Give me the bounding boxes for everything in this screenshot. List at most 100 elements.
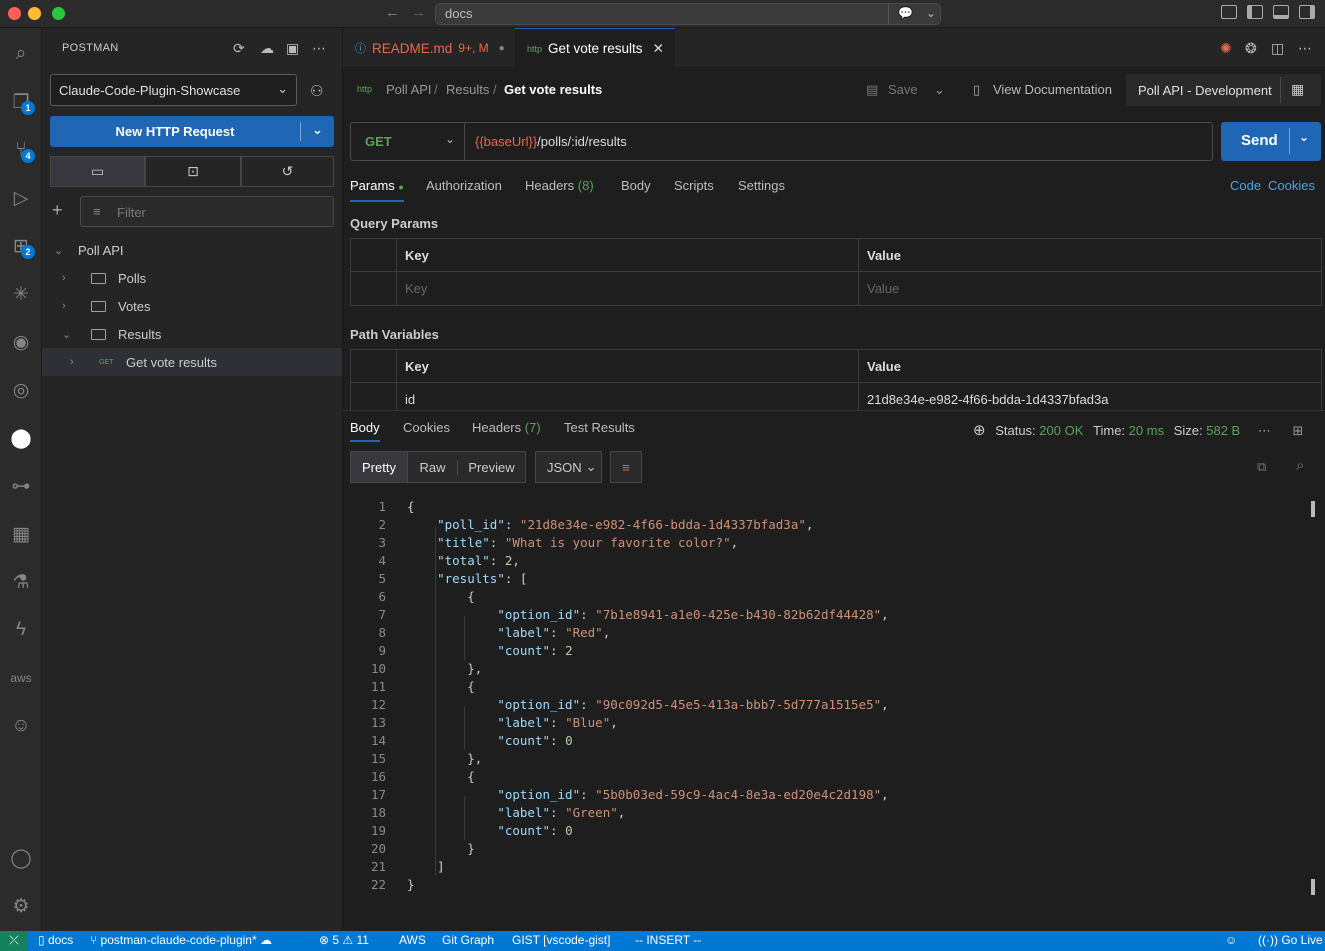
- gist-item[interactable]: GIST [vscode-gist]: [512, 933, 610, 947]
- go-live-item[interactable]: ((·)) Go Live: [1258, 933, 1323, 947]
- more-actions-icon[interactable]: ⋯: [312, 40, 326, 57]
- tab-params[interactable]: Params ●: [350, 178, 404, 202]
- close-icon[interactable]: ✕: [653, 41, 664, 57]
- close-window-button[interactable]: [8, 7, 21, 20]
- code-link[interactable]: Code: [1230, 178, 1261, 193]
- folder-results[interactable]: ⌄ Results: [42, 320, 342, 348]
- copilot-status-icon[interactable]: ☺: [1225, 933, 1237, 947]
- chevron-down-icon[interactable]: ⌄: [312, 122, 323, 138]
- chatgpt-icon[interactable]: ❂: [1245, 40, 1257, 57]
- testing-icon[interactable]: ⚗: [7, 568, 35, 596]
- save-button[interactable]: Save: [888, 82, 918, 97]
- environments-tab-icon[interactable]: ⊡: [145, 156, 241, 187]
- git-graph-icon[interactable]: ⊶: [7, 472, 35, 500]
- toggle-primary-sidebar-icon[interactable]: [1247, 5, 1263, 19]
- back-arrow-icon[interactable]: ←: [385, 4, 400, 21]
- invite-user-icon[interactable]: ⚇: [310, 82, 323, 100]
- minimize-window-button[interactable]: [28, 7, 41, 20]
- tab-scripts[interactable]: Scripts: [674, 178, 714, 193]
- postman-icon[interactable]: ⬤: [7, 424, 35, 452]
- folder-item[interactable]: ▯ docs: [38, 933, 73, 947]
- environment-quick-look-icon[interactable]: ▦: [1291, 81, 1304, 98]
- breadcrumb-folder[interactable]: Results: [446, 82, 489, 97]
- folder-votes[interactable]: › Votes: [42, 292, 342, 320]
- tab-authorization[interactable]: Authorization: [426, 178, 502, 193]
- method-select[interactable]: GET: [365, 134, 392, 149]
- environment-selector[interactable]: Poll API - Development ▦: [1126, 74, 1321, 106]
- scrollbar-thumb[interactable]: [1311, 879, 1315, 895]
- response-tab-headers[interactable]: Headers (7): [472, 420, 541, 435]
- scrollbar-thumb[interactable]: [1311, 501, 1315, 517]
- key-input[interactable]: Key: [397, 272, 859, 305]
- aws-item[interactable]: AWS: [399, 933, 426, 947]
- search-icon[interactable]: ⌕: [7, 40, 35, 68]
- history-tab-icon[interactable]: ↺: [241, 156, 334, 187]
- save-response-icon[interactable]: ⋯: [1258, 423, 1271, 438]
- preview-button[interactable]: Preview: [458, 460, 525, 475]
- git-graph-item[interactable]: Git Graph: [442, 933, 494, 947]
- tab-body[interactable]: Body: [621, 178, 651, 193]
- split-editor-icon[interactable]: ◫: [1271, 40, 1284, 57]
- folder-polls[interactable]: › Polls: [42, 264, 342, 292]
- response-tab-body[interactable]: Body: [350, 420, 380, 442]
- breadcrumb-collection[interactable]: Poll API: [386, 82, 432, 97]
- tab-get-vote-results[interactable]: http Get vote results ✕: [515, 28, 675, 68]
- aws-icon[interactable]: aws: [7, 664, 35, 692]
- maximize-window-button[interactable]: [52, 7, 65, 20]
- extensions-icon[interactable]: ⊞ 2: [7, 232, 35, 260]
- copy-icon[interactable]: ⧉: [1257, 459, 1266, 475]
- settings-gear-icon[interactable]: ⚙: [7, 892, 35, 920]
- path-variable-value[interactable]: 21d8e34e-e982-4f66-bdda-1d4337bfad3a: [859, 383, 1321, 411]
- raw-button[interactable]: Raw: [408, 459, 458, 475]
- path-variable-key[interactable]: id: [397, 383, 859, 411]
- copilot-icon[interactable]: ☺: [7, 712, 35, 740]
- wrap-lines-icon[interactable]: ≡: [610, 451, 642, 483]
- layout-toggle-icon[interactable]: ⊞: [1292, 423, 1303, 438]
- response-tab-test-results[interactable]: Test Results: [564, 420, 635, 435]
- collection-poll-api[interactable]: ⌄ Poll API: [42, 236, 342, 264]
- docker-icon[interactable]: ▦: [7, 520, 35, 548]
- problems-item[interactable]: ⊗ 5 ⚠ 11: [319, 933, 369, 947]
- row-checkbox[interactable]: [351, 272, 397, 305]
- chevron-down-icon[interactable]: ⌄: [926, 6, 936, 20]
- send-button[interactable]: Send ⌄: [1221, 122, 1321, 161]
- remote-icon[interactable]: ⤫: [0, 931, 28, 951]
- status-value[interactable]: 200 OK: [1039, 423, 1083, 438]
- more-actions-icon[interactable]: ⋯: [1298, 40, 1312, 57]
- chat-icon[interactable]: 💬: [898, 6, 913, 20]
- gitlens-icon[interactable]: ◎: [7, 376, 35, 404]
- size-value[interactable]: 582 B: [1206, 423, 1240, 438]
- layout-customize-icon[interactable]: [1221, 5, 1237, 19]
- response-tab-cookies[interactable]: Cookies: [403, 420, 450, 435]
- tab-readme[interactable]: ⓘ README.md 9+, M ●: [343, 28, 515, 68]
- account-icon[interactable]: ◯: [7, 844, 35, 872]
- cloud-upload-icon[interactable]: ☁: [260, 40, 274, 57]
- url-input[interactable]: {{baseUrl}}/polls/:id/results: [475, 134, 627, 149]
- collections-tab-icon[interactable]: ▭: [50, 156, 145, 187]
- chevron-down-icon[interactable]: ⌄: [445, 132, 455, 146]
- add-collection-icon[interactable]: +: [52, 200, 63, 221]
- thunder-client-icon[interactable]: ϟ: [7, 616, 35, 644]
- search-icon[interactable]: ⌕: [1296, 457, 1304, 474]
- github-icon[interactable]: ◉: [7, 328, 35, 356]
- filter-input[interactable]: ≡ Filter: [80, 196, 334, 227]
- pretty-button[interactable]: Pretty: [351, 452, 408, 482]
- cookies-link[interactable]: Cookies: [1268, 178, 1315, 193]
- source-control-icon[interactable]: ⑂ 4: [7, 136, 35, 164]
- request-get-vote-results[interactable]: › GET Get vote results: [42, 348, 342, 376]
- view-documentation-button[interactable]: View Documentation: [993, 82, 1112, 97]
- api-icon[interactable]: ⟳: [233, 40, 245, 57]
- globe-icon[interactable]: ⊕: [973, 422, 986, 439]
- time-value[interactable]: 20 ms: [1129, 423, 1164, 438]
- claude-icon[interactable]: ✳: [7, 280, 35, 308]
- new-http-request-button[interactable]: New HTTP Request ⌄: [50, 116, 334, 147]
- forward-arrow-icon[interactable]: →: [411, 4, 426, 21]
- chevron-down-icon[interactable]: ⌄: [934, 82, 945, 98]
- tab-settings[interactable]: Settings: [738, 178, 785, 193]
- toggle-secondary-sidebar-icon[interactable]: [1299, 5, 1315, 19]
- chevron-down-icon[interactable]: ⌄: [1299, 130, 1309, 144]
- branch-item[interactable]: ⑂ postman-claude-code-plugin* ☁: [90, 933, 272, 947]
- workspace-select[interactable]: Claude-Code-Plugin-Showcase ⌄: [50, 74, 297, 106]
- explorer-icon[interactable]: ❐ 1: [7, 88, 35, 116]
- run-debug-icon[interactable]: ▷: [7, 184, 35, 212]
